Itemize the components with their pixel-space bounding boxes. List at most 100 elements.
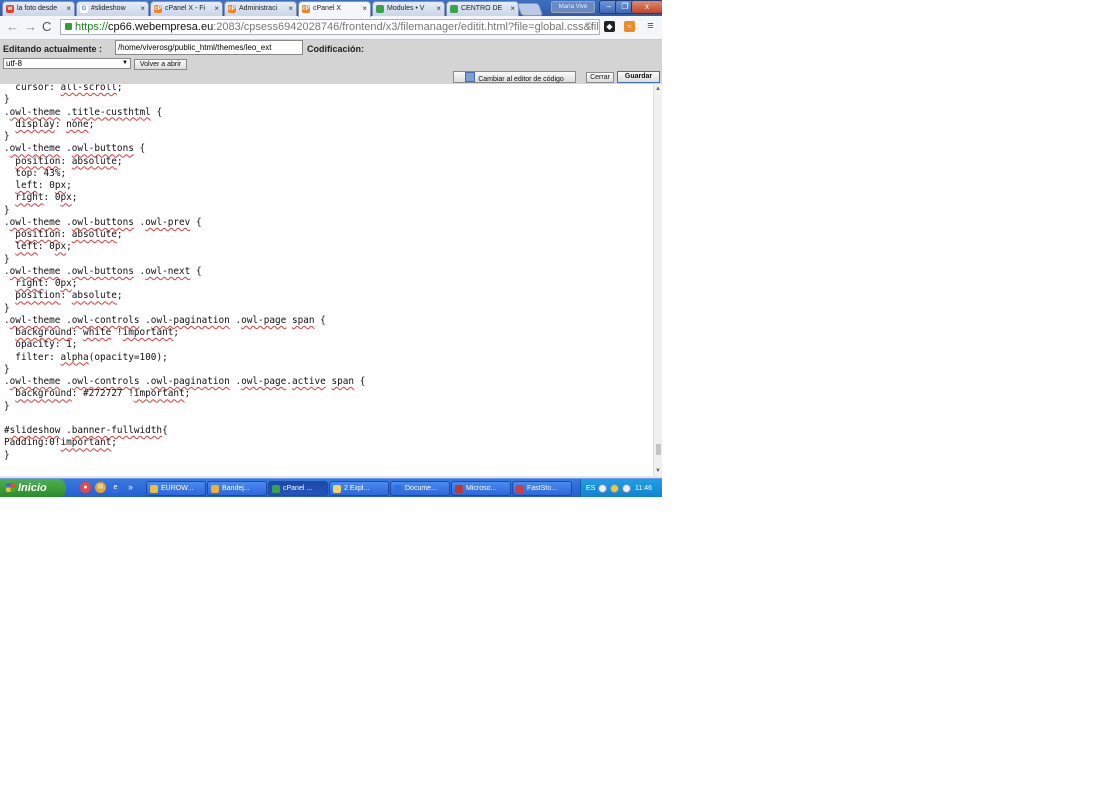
code-line: cursor: all-scroll;: [15, 84, 123, 93]
code-line: right: 0px;: [15, 192, 78, 204]
address-bar[interactable]: https://cp66.webempresa.eu:2083/cpsess69…: [60, 19, 600, 35]
save-button[interactable]: Guardar: [617, 71, 660, 83]
taskbar-app-icon: [333, 485, 341, 493]
code-line: Padding:0!important;: [4, 437, 117, 449]
browser-tab[interactable]: cP Administraci ×: [224, 1, 297, 16]
taskbar-item[interactable]: cPanel ...: [268, 481, 328, 496]
file-path-field[interactable]: /home/viverosg/public_html/themes/leo_ex…: [115, 40, 303, 55]
scroll-up-icon[interactable]: ▲: [655, 86, 661, 92]
code-line: }: [4, 94, 10, 106]
taskbar-item[interactable]: EUROW...: [146, 481, 206, 496]
code-line: right: 0px;: [15, 278, 78, 289]
tab-label: Modules • V: [387, 5, 425, 12]
code-line: }: [4, 400, 10, 412]
user-profile-badge[interactable]: María Vivé: [551, 1, 595, 13]
close-button[interactable]: Cerrar: [586, 72, 614, 83]
start-button[interactable]: Inicio: [0, 479, 66, 497]
encoding-select[interactable]: utf-8 ▼: [3, 58, 131, 69]
system-tray: ES 11:46: [580, 479, 662, 497]
new-tab-button[interactable]: [516, 3, 544, 16]
browser-tab[interactable]: Modules • V ×: [372, 1, 445, 16]
back-arrow-icon[interactable]: ←: [6, 19, 19, 35]
menu-icon[interactable]: ≡: [645, 21, 656, 32]
forward-arrow-icon[interactable]: →: [24, 19, 37, 35]
taskbar-item[interactable]: Microso...: [451, 481, 511, 496]
more-quicklaunch-icon[interactable]: »: [125, 482, 136, 493]
ie-quicklaunch-icon[interactable]: e: [110, 482, 121, 493]
extension-feed-icon[interactable]: ≈: [624, 21, 635, 32]
tab-close-icon[interactable]: ×: [362, 2, 367, 15]
code-line: position: absolute;: [15, 155, 123, 167]
clock: 11:46: [635, 485, 652, 492]
code-editor-icon: [465, 72, 476, 82]
lock-icon: [65, 23, 72, 30]
taskbar-app-icon: [394, 485, 402, 493]
code-line: .owl-theme .title-custhtml {: [4, 106, 163, 118]
tab-close-icon[interactable]: ×: [140, 2, 145, 15]
code-line: }: [4, 449, 10, 461]
tab-close-icon[interactable]: ×: [66, 2, 71, 15]
bookmark-star-icon[interactable]: ☆: [585, 19, 595, 32]
code-line: }: [4, 253, 10, 265]
taskbar-item[interactable]: Bandej...: [207, 481, 267, 496]
messenger-tray-icon[interactable]: [610, 484, 619, 493]
code-line: #slideshow .banner-fullwidth{: [4, 425, 168, 436]
reload-icon[interactable]: C: [42, 19, 51, 35]
wunderlist-favicon-icon: w: [6, 5, 14, 13]
tab-label: Administraci: [239, 5, 278, 12]
vertical-scrollbar[interactable]: ▲ ▼: [653, 84, 662, 476]
google-favicon-icon: G: [80, 5, 88, 13]
tab-close-icon[interactable]: ×: [288, 2, 293, 15]
code-line: display: none;: [15, 118, 95, 130]
code-editor-textarea[interactable]: cursor: all-scroll;} .owl-theme .title-cu…: [0, 84, 653, 476]
scroll-down-icon[interactable]: ▼: [655, 468, 661, 474]
code-line: .owl-theme .owl-buttons .owl-prev {: [4, 216, 202, 228]
code-line: top: 43%;: [15, 167, 67, 179]
code-line: background: #272727 !important;: [15, 388, 191, 400]
reopen-button[interactable]: Volver a abrir: [134, 59, 187, 70]
close-window-icon[interactable]: x: [631, 0, 662, 14]
browser-toolbar: ← → C https://cp66.webempresa.eu:2083/cp…: [0, 16, 662, 40]
taskbar-item[interactable]: 2 Expl...: [329, 481, 389, 496]
browser-tab[interactable]: cP cPanel X - Fi ×: [150, 1, 223, 16]
volume-tray-icon[interactable]: [622, 484, 631, 493]
tab-close-icon[interactable]: ×: [436, 2, 441, 15]
code-line: }: [4, 363, 10, 375]
browser-tab[interactable]: G #slideshow ×: [76, 1, 149, 16]
plant-favicon-icon: [450, 5, 458, 13]
tab-label: CENTRO DE: [461, 5, 503, 12]
tab-close-icon[interactable]: ×: [510, 2, 515, 15]
browser-tab[interactable]: cP cPanel X ×: [298, 1, 371, 17]
code-line: .owl-theme .owl-buttons .owl-next {: [4, 265, 202, 277]
tab-label: cPanel X - Fi: [165, 5, 206, 12]
language-indicator[interactable]: ES: [586, 479, 595, 497]
taskbar-item-label: FastSto...: [527, 485, 557, 492]
tab-label: cPanel X: [313, 5, 342, 12]
taskbar-app-icon: [516, 485, 524, 493]
tab-close-icon[interactable]: ×: [214, 2, 219, 15]
taskbar-app-icon: [272, 485, 280, 493]
chrome-quicklaunch-icon[interactable]: ●: [80, 482, 91, 493]
chevron-down-icon: ▼: [122, 60, 128, 66]
encoding-value: utf-8: [6, 59, 23, 68]
taskbar-item[interactable]: FastSto...: [512, 481, 572, 496]
taskbar-app-icon: [455, 485, 463, 493]
taskbar-item-label: 2 Expl...: [344, 485, 370, 492]
browser-tab[interactable]: w la foto desde ×: [2, 1, 75, 16]
extension-owl-icon[interactable]: ◆: [604, 21, 615, 32]
scrollbar-thumb[interactable]: [656, 444, 661, 455]
code-line: left: 0px;: [15, 241, 72, 253]
editing-label: Editando actualmente :: [3, 44, 103, 54]
url-path: :2083/cpsess6942028746/frontend/x3/filem…: [213, 21, 600, 33]
browser-tab[interactable]: CENTRO DE ×: [446, 1, 519, 16]
switch-editor-button[interactable]: Cambiar al editor de código: [453, 71, 576, 83]
code-line: filter: alpha(opacity=100);: [15, 351, 168, 363]
code-line: opacity: 1;: [15, 339, 78, 351]
code-line: }: [4, 204, 10, 216]
network-tray-icon[interactable]: [598, 484, 607, 493]
tab-label: la foto desde: [17, 5, 58, 12]
taskbar-app-icon: [211, 485, 219, 493]
taskbar-item[interactable]: Docume...: [390, 481, 450, 496]
cpanel-favicon-icon: cP: [154, 5, 162, 13]
mail-quicklaunch-icon[interactable]: ✉: [95, 482, 106, 493]
